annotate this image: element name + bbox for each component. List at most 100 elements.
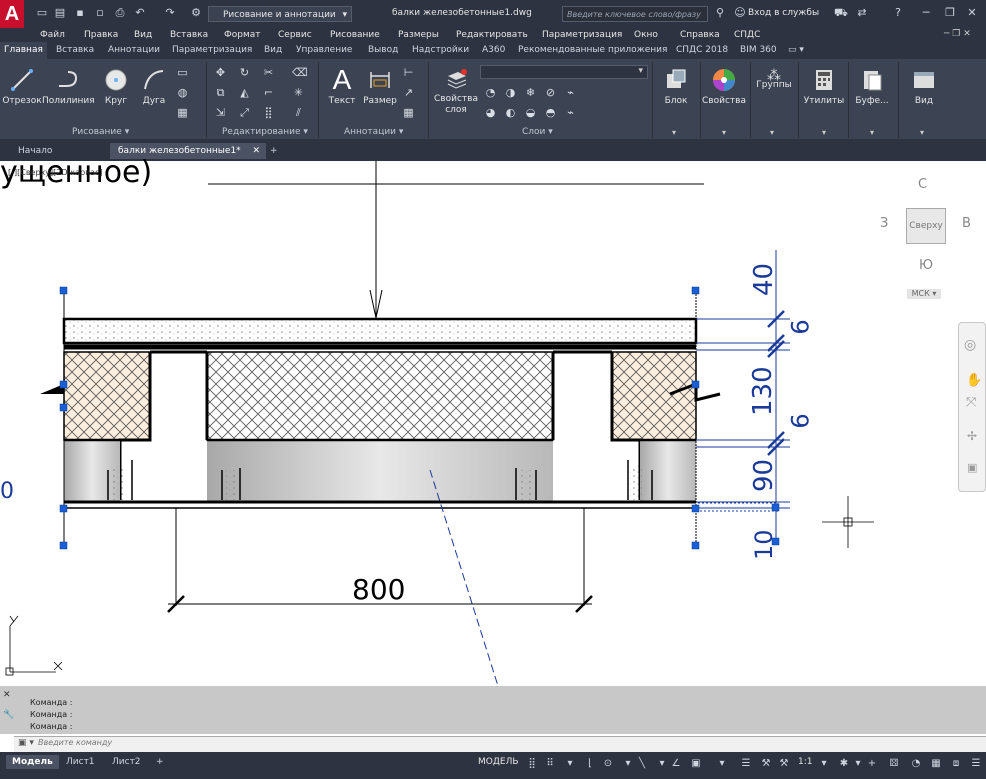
clipboard-expand-icon[interactable]: ▾ (870, 128, 874, 137)
clean-screen-icon[interactable]: ⧈ (950, 758, 962, 770)
array-icon[interactable]: ⣿ (262, 106, 275, 119)
layout-tab-sheet1[interactable]: Лист1 (60, 755, 101, 769)
new-file-icon[interactable]: ▭ (36, 7, 48, 19)
ucs-menu[interactable]: МСК ▾ (907, 289, 941, 299)
help-icon[interactable]: ? (892, 7, 904, 19)
menu-insert[interactable]: Вставка (170, 28, 208, 42)
leader-icon[interactable]: ↗ (402, 86, 415, 99)
settings-icon[interactable]: ✱ (838, 758, 850, 770)
linear-dim-icon[interactable]: ⊢ (402, 66, 415, 79)
arc-button[interactable]: Дуга (134, 62, 174, 126)
hatch-icon[interactable]: ◍ (176, 86, 189, 99)
trim-icon[interactable]: ✂ (262, 66, 275, 79)
menu-tools[interactable]: Сервис (278, 28, 312, 42)
properties-expand-icon[interactable]: ▾ (722, 128, 726, 137)
utilities-button[interactable]: Утилиты (804, 62, 844, 126)
viewcube-east[interactable]: В (962, 216, 971, 231)
tab-insert[interactable]: Вставка (52, 42, 98, 59)
maximize-icon[interactable]: ❐ (944, 7, 956, 19)
table-annot-icon[interactable]: ▦ (402, 106, 415, 119)
close-icon[interactable]: ✕ (966, 7, 978, 19)
block-expand-icon[interactable]: ▾ (672, 128, 676, 137)
undo-icon[interactable]: ↶ (134, 7, 146, 19)
lineweight-icon[interactable]: ▣ (690, 758, 702, 770)
steering-wheel-icon[interactable]: ◎ (964, 337, 976, 353)
customize-icon[interactable]: 🔧 (3, 710, 14, 720)
tab-parametric[interactable]: Параметризация (168, 42, 256, 59)
menu-help[interactable]: Справка (680, 28, 720, 42)
exchange-icon[interactable]: ⇄ (856, 7, 868, 19)
add-icon[interactable]: + (866, 758, 878, 770)
clipboard-button[interactable]: Буфе... (852, 62, 892, 126)
panel-modify[interactable]: Редактирование ▾ (222, 126, 308, 138)
panel-draw[interactable]: Рисование ▾ (72, 126, 129, 138)
viewcube-west[interactable]: З (880, 216, 888, 231)
menu-format[interactable]: Формат (224, 28, 261, 42)
search-input[interactable]: Введите ключевое слово/фразу (562, 6, 708, 22)
layer-unisolate-icon[interactable]: ◒ (524, 106, 537, 119)
layer-walk-icon[interactable]: ◐ (504, 106, 517, 119)
save-icon[interactable]: ▪ (74, 7, 86, 19)
annotation-visibility-icon[interactable]: ⚒ (760, 758, 772, 770)
cart-icon[interactable]: ⛟ (834, 7, 848, 19)
workspace-select[interactable]: Рисование и аннотации ▾ (208, 6, 352, 22)
tab-output[interactable]: Вывод (364, 42, 402, 59)
copy-icon[interactable]: ⧉ (214, 86, 227, 99)
rectangle-icon[interactable]: ▭ (176, 66, 189, 79)
otrack-icon[interactable]: ∠ (670, 758, 682, 770)
snap-icon[interactable]: ⠿ (544, 758, 556, 770)
viewcube-top-face[interactable]: Сверху (906, 208, 946, 244)
tab-a360[interactable]: A360 (478, 42, 509, 59)
layer-lock-icon[interactable]: ⊘ (544, 86, 557, 99)
stretch-icon[interactable]: ⇲ (214, 106, 227, 119)
tab-annotate[interactable]: Аннотации (104, 42, 164, 59)
hardware-icon[interactable]: ▦ (930, 758, 942, 770)
redo-icon[interactable]: ↷ (164, 7, 176, 19)
menu-modify[interactable]: Редактировать (456, 28, 528, 42)
viewcube-south[interactable]: Ю (919, 258, 933, 273)
workspace-switch-icon[interactable]: ⚄ (888, 758, 900, 770)
polyline-button[interactable]: Полилиния (42, 62, 95, 126)
app-logo[interactable]: A (0, 0, 24, 28)
view-button[interactable]: Вид (904, 62, 944, 126)
explode-icon[interactable]: ✳ (292, 86, 305, 99)
layout-tab-model[interactable]: Модель (6, 755, 59, 769)
layout-tab-sheet2[interactable]: Лист2 (106, 755, 147, 769)
view-expand-icon[interactable]: ▾ (920, 128, 924, 137)
menu-view[interactable]: Вид (134, 28, 152, 42)
menu-dimension[interactable]: Размеры (398, 28, 439, 42)
drawing-canvas[interactable]: ущенное) 0 800 40 6 130 6 90 10 (0, 155, 986, 686)
menu-draw[interactable]: Рисование (330, 28, 380, 42)
model-space-button[interactable]: МОДЕЛЬ (478, 757, 519, 767)
layer-freeze-icon[interactable]: ❄ (524, 86, 537, 99)
scale-menu-icon[interactable]: ▾ (818, 758, 830, 770)
isodraft-icon[interactable]: ╲ (636, 758, 648, 770)
binoculars-icon[interactable]: ⚲ (714, 7, 726, 19)
orbit-icon[interactable]: ✢ (967, 429, 977, 443)
settings-menu-icon[interactable]: ▾ (852, 758, 864, 770)
menu-edit[interactable]: Правка (84, 28, 118, 42)
command-input[interactable] (14, 736, 986, 753)
menu-parametric[interactable]: Параметризация (542, 28, 622, 42)
layer-unlock-icon[interactable]: ⌁ (564, 106, 577, 119)
menu-window[interactable]: Окно (634, 28, 658, 42)
table-icon[interactable]: ▦ (176, 106, 189, 119)
tab-home[interactable]: Главная (0, 42, 47, 59)
groups-expand-icon[interactable]: ▾ (770, 128, 774, 137)
user-icon[interactable]: ☺ (734, 7, 746, 19)
menu-spds[interactable]: СПДС (734, 28, 760, 42)
panel-layers[interactable]: Слои ▾ (522, 126, 553, 138)
polar-icon[interactable]: ▾ (622, 758, 634, 770)
layer-current-icon[interactable]: ◕ (484, 106, 497, 119)
line-button[interactable]: Отрезок (2, 62, 42, 126)
zoom-extents-icon[interactable]: ⤧ (966, 395, 976, 410)
layer-isolate-icon[interactable]: ◑ (504, 86, 517, 99)
block-button[interactable]: Блок (656, 62, 696, 126)
groups-button[interactable]: ⁂ Группы (754, 62, 794, 126)
add-layout-button[interactable]: + (150, 755, 170, 769)
open-file-icon[interactable]: ▤ (54, 7, 66, 19)
dimension-button[interactable]: Размер (360, 62, 400, 126)
utilities-expand-icon[interactable]: ▾ (822, 128, 826, 137)
infer-icon[interactable]: ⌊ (584, 758, 596, 770)
workspace-icon[interactable]: ⚙ (190, 7, 202, 19)
